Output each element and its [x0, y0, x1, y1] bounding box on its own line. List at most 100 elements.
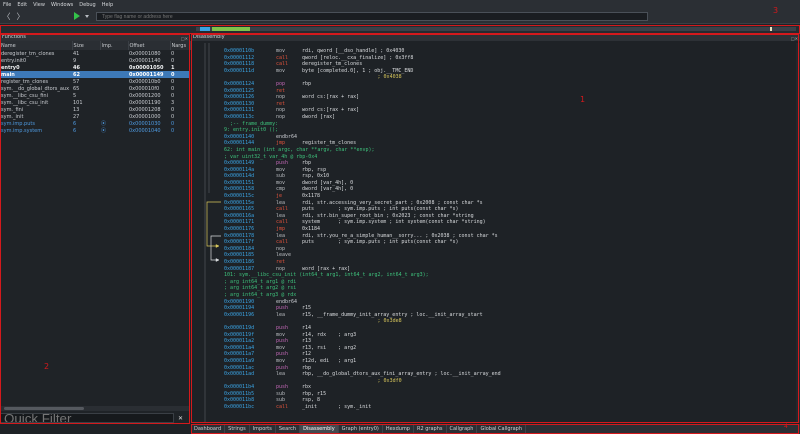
- table-row[interactable]: main 62 0x00001149 0: [0, 71, 190, 78]
- table-row[interactable]: register_tm_clones 57 0x000010b0 0: [0, 78, 190, 85]
- disassembly-line[interactable]: ;-- frame_dummy:: [224, 121, 796, 128]
- disassembly-line[interactable]: 0x00001184 nop: [224, 246, 796, 253]
- disassembly-line[interactable]: 0x000011b8 sub rsp, 8: [224, 397, 796, 404]
- tab-imports[interactable]: Imports: [250, 424, 276, 434]
- column-header-imp[interactable]: Imp.: [100, 41, 129, 50]
- disassembly-line[interactable]: 0x0000115e lea rdi, str.accessing_very_sec…: [224, 200, 796, 207]
- disassembly-line[interactable]: 0x00001144 jmp register_tm_clones: [224, 140, 796, 147]
- disassembly-line[interactable]: 0x00001149 push rbp: [224, 160, 796, 167]
- disassembly-line[interactable]: 0x000011a7 push r12: [224, 351, 796, 358]
- disassembly-line[interactable]: 0x000011a9 mov r12d, edi ; arg1: [224, 358, 796, 365]
- disassembly-line[interactable]: 0x00001126 nop word cs:[rax + rax]: [224, 94, 796, 101]
- table-row[interactable]: deregister_tm_clones 41 0x00001080 0: [0, 50, 190, 57]
- table-row[interactable]: sym.__do_global_dtors_aux 65 0x000010f0 0: [0, 85, 190, 92]
- disassembly-line[interactable]: 0x00001131 nop word cs:[rax + rax]: [224, 107, 796, 114]
- close-icon[interactable]: ✕: [178, 415, 183, 422]
- disassembly-line[interactable]: 0x0000119f mov r14, rdx ; arg3: [224, 332, 796, 339]
- disassembly-line[interactable]: 0x0000114a mov rbp, rsp: [224, 167, 796, 174]
- search-input[interactable]: [96, 12, 648, 21]
- disassembly-line[interactable]: 0x0000115c je 0x1178: [224, 193, 796, 200]
- quick-filter-input[interactable]: [0, 413, 174, 423]
- disassembly-line[interactable]: 0x0000113c nop dword [rax]: [224, 114, 796, 121]
- tab-search[interactable]: Search: [276, 424, 301, 434]
- table-row[interactable]: entry.init0 9 0x00001140 0: [0, 57, 190, 64]
- table-row[interactable]: sym._init 27 0x00001000 0: [0, 113, 190, 120]
- table-row[interactable]: sym.__libc_csu_fini 5 0x00001200 0: [0, 92, 190, 99]
- disassembly-line[interactable]: 0x00001112 call qword [reloc.__cxa_finaliz…: [224, 55, 796, 62]
- play-icon[interactable]: [74, 12, 80, 20]
- disassembly-line[interactable]: 0x00001187 nop word [rax + rax]: [224, 266, 796, 273]
- tab-global-callgraph[interactable]: Global Callgraph: [477, 424, 526, 434]
- disassembly-line[interactable]: 0x000011bc call _init ; sym._init: [224, 404, 796, 411]
- disassembly-line[interactable]: 0x00001124 pop rbp: [224, 81, 796, 88]
- disassembly-line[interactable]: 0x00001178 lea rdi, str.you_re_a_simple_hu…: [224, 233, 796, 240]
- disassembly-line[interactable]: 0x000011ad lea rbp, __do_global_dtors_aux_…: [224, 371, 796, 378]
- disassembly-line[interactable]: 0x0000117f call puts ; sym.imp.puts ; int …: [224, 239, 796, 246]
- table-row[interactable]: sym.imp.puts 6 ⦿ 0x00001030 0: [0, 120, 190, 128]
- disassembly-line[interactable]: 0x000011a2 push r13: [224, 338, 796, 345]
- forward-icon[interactable]: 〉: [16, 12, 25, 21]
- tab-graph-entry0[interactable]: Graph (entry0): [339, 424, 383, 434]
- disassembly-line[interactable]: 0x00001171 call system ; sym.imp.system ; …: [224, 219, 796, 226]
- tab-hexdump[interactable]: Hexdump: [383, 424, 414, 434]
- disassembly-line[interactable]: 0x00001151 mov dword [var_4h], 0: [224, 180, 796, 187]
- disassembly-line[interactable]: 0x00001186 ret: [224, 259, 796, 266]
- column-header-offset[interactable]: Offset: [128, 41, 171, 50]
- disassembly-line[interactable]: 0x000011b5 sub rbp, r15: [224, 391, 796, 398]
- disassembly-line[interactable]: 0x00001158 cmp dword [var_4h], 0: [224, 186, 796, 193]
- column-header-name[interactable]: Name: [0, 41, 73, 50]
- column-header-nargs[interactable]: Nargs: [170, 41, 191, 50]
- table-row[interactable]: sym._fini 13 0x00001208 0: [0, 106, 190, 113]
- tab-dashboard[interactable]: Dashboard: [191, 424, 226, 434]
- chevron-down-icon[interactable]: [85, 15, 89, 18]
- disassembly-line[interactable]: 0x00001190 endbr64: [224, 299, 796, 306]
- disassembly-vertical-scrollbar[interactable]: [796, 43, 800, 423]
- tab-callgraph[interactable]: Callgraph: [447, 424, 478, 434]
- address-navigation-strip[interactable]: [196, 27, 796, 31]
- tab-strings[interactable]: Strings: [225, 424, 250, 434]
- disassembly-line[interactable]: 0x00001165 call puts ; sym.imp.puts ; int …: [224, 206, 796, 213]
- disassembly-view[interactable]: 0x0000110b mov rdi, qword [__dso_handle] ;…: [191, 43, 800, 423]
- disassembly-line[interactable]: 0x00001125 ret: [224, 88, 796, 95]
- tab-disassembly[interactable]: Disassembly: [300, 424, 339, 434]
- disassembly-line[interactable]: ; 0x4038: [224, 74, 796, 81]
- disassembly-line[interactable]: 0x00001176 jmp 0x1184: [224, 226, 796, 233]
- disassembly-line[interactable]: 0x00001194 push r15: [224, 305, 796, 312]
- disassembly-line[interactable]: 0x00001130 ret: [224, 101, 796, 108]
- menu-item-file[interactable]: File: [3, 2, 11, 8]
- disassembly-line[interactable]: 0x00001196 lea r15, __frame_dummy_init_arr…: [224, 312, 796, 319]
- disassembly-line[interactable]: 0x000011ac push rbp: [224, 365, 796, 372]
- table-row[interactable]: entry0 46 0x00001050 1: [0, 64, 190, 71]
- functions-horizontal-scrollbar[interactable]: [0, 406, 190, 411]
- disassembly-line[interactable]: 9: entry.init0 ();: [224, 127, 796, 134]
- disassembly-line[interactable]: 0x0000110b mov rdi, qword [__dso_handle] ;…: [224, 48, 796, 55]
- disassembly-line[interactable]: 0x00001140 endbr64: [224, 134, 796, 141]
- disassembly-line[interactable]: 0x0000111d mov byte [completed.0], 1 ; obj…: [224, 68, 796, 75]
- disassembly-line[interactable]: 101: sym.__libc_csu_init (int64_t arg1, …: [224, 272, 796, 279]
- table-row[interactable]: sym.__libc_csu_init 101 0x00001190 3: [0, 99, 190, 106]
- menu-item-edit[interactable]: Edit: [17, 2, 27, 8]
- menu-item-view[interactable]: View: [33, 2, 45, 8]
- disassembly-line[interactable]: 0x000011a4 mov r13, rsi ; arg2: [224, 345, 796, 352]
- menu-item-windows[interactable]: Windows: [51, 2, 73, 8]
- panel-controls-icon[interactable]: □✕: [791, 35, 798, 42]
- disassembly-line[interactable]: 0x0000119d push r14: [224, 325, 796, 332]
- tab-r2-graphs[interactable]: R2 graphs: [414, 424, 447, 434]
- disassembly-line[interactable]: 0x000011b4 push rbx: [224, 384, 796, 391]
- menu-item-help[interactable]: Help: [102, 2, 113, 8]
- disassembly-line[interactable]: 0x00001118 call deregister_tm_clones: [224, 61, 796, 68]
- menu-item-debug[interactable]: Debug: [79, 2, 95, 8]
- disassembly-line[interactable]: ; arg int64_t arg1 @ rdi: [224, 279, 796, 286]
- disassembly-line[interactable]: 0x0000114d sub rsp, 0x10: [224, 173, 796, 180]
- disassembly-line[interactable]: ; var uint32_t var_4h @ rbp-0x4: [224, 154, 796, 161]
- disassembly-line[interactable]: 0x00001185 leave: [224, 252, 796, 259]
- column-header-size[interactable]: Size: [72, 41, 101, 50]
- table-row[interactable]: sym.imp.system 6 ⦿ 0x00001040 0: [0, 127, 190, 135]
- disassembly-line[interactable]: ; 0x3de8: [224, 318, 796, 325]
- disassembly-line[interactable]: 62: int main (int argc, char **argv, cha…: [224, 147, 796, 154]
- panel-controls-icon[interactable]: □✕: [181, 35, 188, 42]
- disassembly-line[interactable]: ; arg int64_t arg3 @ rdx: [224, 292, 796, 299]
- back-icon[interactable]: 〈: [2, 12, 11, 21]
- disassembly-line[interactable]: ; arg int64_t arg2 @ rsi: [224, 285, 796, 292]
- disassembly-line[interactable]: 0x0000116a lea rdi, str.bin_super_root_bin…: [224, 213, 796, 220]
